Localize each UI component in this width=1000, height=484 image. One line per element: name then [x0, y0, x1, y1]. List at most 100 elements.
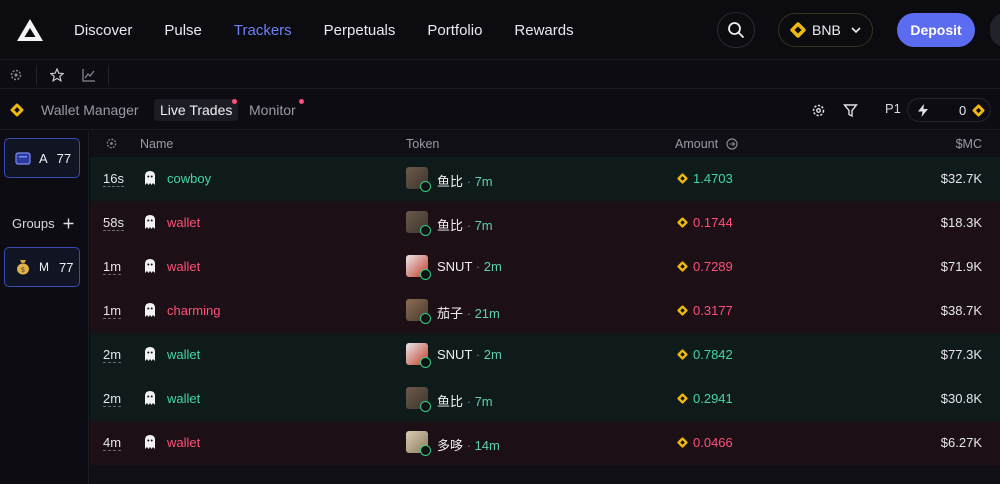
launchpad-badge-icon [420, 357, 431, 368]
ghost-icon [145, 391, 155, 405]
star-icon[interactable] [49, 67, 65, 83]
launchpad-badge-icon [420, 445, 431, 456]
wallet-list-card[interactable]: A 77 [4, 138, 80, 178]
groups-label: Groups [12, 216, 55, 231]
header-mc: $MC [955, 137, 982, 151]
launchpad-badge-icon [420, 401, 431, 412]
bnb-icon [677, 437, 688, 448]
search-button[interactable] [717, 12, 755, 48]
logo-icon [17, 19, 43, 41]
token-name[interactable]: SNUT · 2m [437, 347, 502, 362]
trade-amount: 1.4703 [693, 171, 733, 186]
divider [36, 65, 37, 85]
market-cap: $32.7K [940, 171, 982, 186]
table-row[interactable]: 2m wallet SNUT · 2m 0.7842 $77.3K [90, 333, 1000, 377]
top-navigation: Discover Pulse Trackers Perpetuals Portf… [0, 0, 1000, 60]
group-card[interactable]: $ M 77 [4, 247, 80, 287]
page-label[interactable]: P1 [885, 101, 901, 116]
table-row[interactable]: 4m wallet 多哆 · 14m 0.0466 $6.27K [90, 421, 1000, 465]
token-name[interactable]: 多哆 · 14m [437, 435, 500, 454]
profile-button[interactable] [990, 13, 1000, 47]
notification-dot [299, 99, 304, 104]
trade-age: 1m [103, 259, 122, 275]
logo[interactable] [16, 18, 44, 42]
deposit-button[interactable]: Deposit [897, 13, 975, 47]
wallet-name[interactable]: wallet [167, 215, 200, 230]
settings-gear-icon[interactable] [8, 67, 24, 83]
nav-rewards[interactable]: Rewards [514, 22, 573, 39]
token-age: 2m [483, 259, 502, 274]
settings-gear-icon[interactable] [809, 101, 827, 119]
trade-age: 58s [103, 215, 124, 231]
token-symbol: 多哆 [437, 438, 464, 453]
trade-amount: 0.0466 [693, 435, 733, 450]
nav-pulse[interactable]: Pulse [164, 22, 202, 39]
group-card-count: 77 [59, 259, 74, 275]
header-token: Token [406, 137, 440, 151]
chevron-down-icon [851, 27, 861, 34]
ghost-icon [145, 347, 155, 361]
token-name[interactable]: 鱼比 · 7m [437, 215, 493, 234]
tracker-tabs: Wallet Manager Live Trades Monitor P1 [0, 90, 1000, 130]
table-row[interactable]: 2m wallet 鱼比 · 7m 0.2941 $30.8K [90, 377, 1000, 421]
table-row[interactable]: 1m wallet SNUT · 2m 0.7289 $71.9K [90, 245, 1000, 289]
lightning-icon [918, 104, 928, 117]
nav-perpetuals[interactable]: Perpetuals [324, 22, 396, 39]
token-name[interactable]: 鱼比 · 7m [437, 171, 493, 190]
divider [108, 65, 109, 85]
bnb-icon [677, 349, 688, 360]
money-bag-icon: $ [17, 260, 29, 275]
market-cap: $18.3K [940, 215, 982, 230]
group-card-letter: M [39, 260, 49, 274]
chart-icon[interactable] [81, 67, 97, 83]
table-row[interactable]: 1m charming 茄子 · 21m 0.3177 $38.7K [90, 289, 1000, 333]
tab-live-trades[interactable]: Live Trades [154, 99, 239, 121]
market-cap: $77.3K [940, 347, 982, 362]
market-cap: $6.27K [940, 435, 982, 450]
nav-links: Discover Pulse Trackers Perpetuals Portf… [74, 0, 606, 60]
tab-wallet-manager[interactable]: Wallet Manager [41, 99, 139, 121]
bnb-icon [677, 217, 688, 228]
nav-discover[interactable]: Discover [74, 22, 132, 39]
bnb-icon [677, 305, 688, 316]
notification-dot [232, 99, 237, 104]
wallet-name[interactable]: wallet [167, 435, 200, 450]
wallet-name[interactable]: cowboy [167, 171, 211, 186]
wallet-sidebar: A 77 Groups $ M 77 [0, 131, 89, 484]
folder-icon [15, 152, 31, 165]
token-name[interactable]: 鱼比 · 7m [437, 391, 493, 410]
token-symbol: 鱼比 [437, 394, 464, 409]
filter-icon[interactable] [841, 101, 859, 119]
token-name[interactable]: 茄子 · 21m [437, 303, 500, 322]
wallet-name[interactable]: wallet [167, 347, 200, 362]
currency-toggle-icon[interactable] [726, 138, 738, 150]
chain-selector[interactable]: BNB [778, 13, 873, 47]
ghost-icon [145, 259, 155, 273]
token-symbol: SNUT [437, 259, 473, 274]
search-icon [728, 22, 744, 38]
table-row[interactable]: 16s cowboy 鱼比 · 7m 1.4703 $32.7K [90, 157, 1000, 201]
launchpad-badge-icon [420, 181, 431, 192]
table-row[interactable]: 58s wallet 鱼比 · 7m 0.1744 $18.3K [90, 201, 1000, 245]
trade-age: 4m [103, 435, 122, 451]
header-amount[interactable]: Amount [675, 137, 718, 151]
tab-monitor[interactable]: Monitor [249, 99, 296, 121]
bnb-icon [677, 393, 688, 404]
add-group-icon[interactable] [63, 218, 74, 229]
column-settings-icon[interactable] [105, 137, 118, 150]
wallet-name[interactable]: charming [167, 303, 220, 318]
nav-trackers[interactable]: Trackers [234, 22, 292, 39]
launchpad-badge-icon [420, 313, 431, 324]
trade-amount: 0.7289 [693, 259, 733, 274]
wallet-name[interactable]: wallet [167, 259, 200, 274]
token-name[interactable]: SNUT · 2m [437, 259, 502, 274]
nav-portfolio[interactable]: Portfolio [427, 22, 482, 39]
ghost-icon [145, 303, 155, 317]
ghost-icon [145, 171, 155, 185]
market-cap: $30.8K [940, 391, 982, 406]
token-age: 14m [474, 438, 500, 453]
quick-buy-balance[interactable]: 0 [907, 98, 991, 122]
token-age: 7m [474, 218, 493, 233]
token-symbol: 鱼比 [437, 174, 464, 189]
wallet-name[interactable]: wallet [167, 391, 200, 406]
